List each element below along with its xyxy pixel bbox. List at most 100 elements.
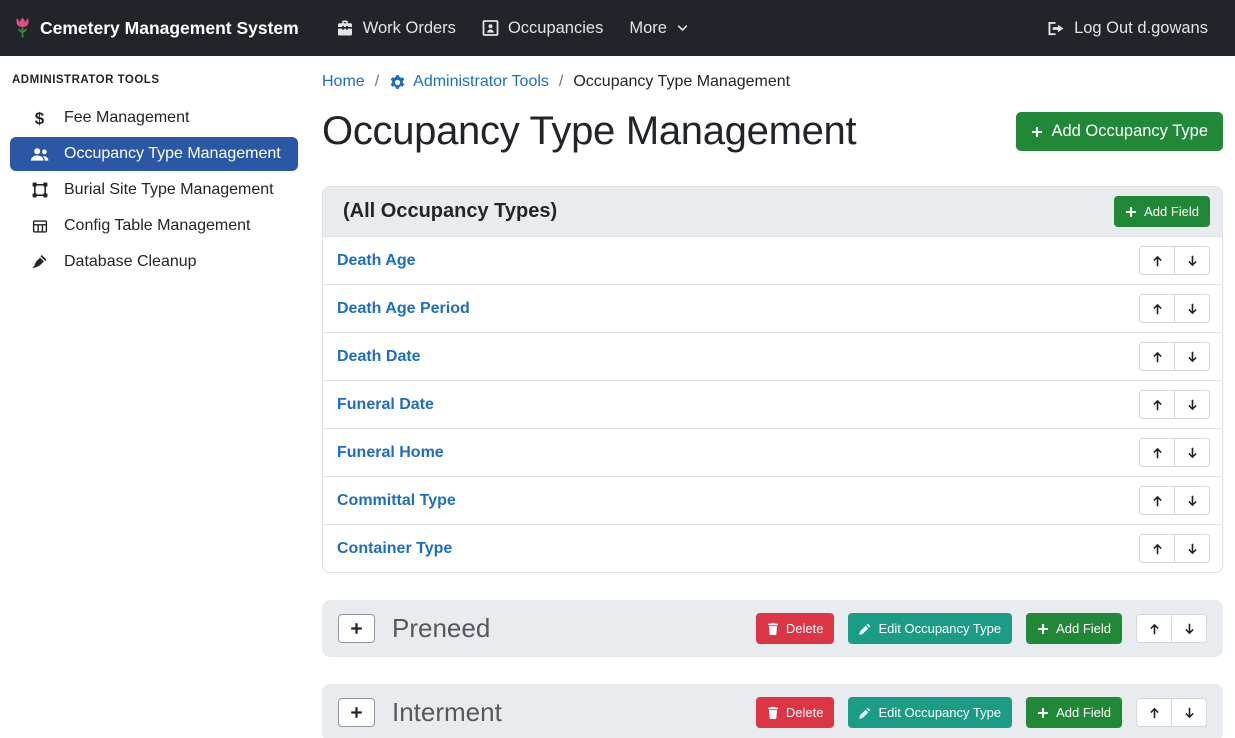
move-up-button[interactable] <box>1139 294 1175 323</box>
broom-icon <box>28 254 51 270</box>
move-down-button[interactable] <box>1174 438 1210 467</box>
arrow-up-icon <box>1151 542 1164 556</box>
expand-button[interactable] <box>338 614 375 643</box>
move-down-button[interactable] <box>1171 614 1207 643</box>
arrow-up-icon <box>1148 622 1161 636</box>
section-title: Preneed <box>392 613 490 644</box>
move-down-button[interactable] <box>1174 246 1210 275</box>
section-actions: Delete Edit Occupancy Type Add Field <box>756 697 1207 728</box>
edit-occupancy-type-button[interactable]: Edit Occupancy Type <box>848 697 1012 728</box>
reorder-buttons <box>1139 534 1210 563</box>
toolbox-icon <box>336 20 354 36</box>
add-field-button[interactable]: Add Field <box>1026 697 1122 728</box>
move-up-button[interactable] <box>1139 438 1175 467</box>
move-down-button[interactable] <box>1171 698 1207 727</box>
nav-work-orders[interactable]: Work Orders <box>323 11 469 46</box>
sidebar-item-label: Database Cleanup <box>64 253 197 271</box>
app-title: Cemetery Management System <box>40 18 299 39</box>
field-row: Container Type <box>323 524 1222 572</box>
nav-occupancies[interactable]: Occupancies <box>469 11 616 46</box>
add-field-button[interactable]: Add Field <box>1026 613 1122 644</box>
plus-icon <box>1037 623 1049 635</box>
move-up-button[interactable] <box>1139 534 1175 563</box>
trash-icon <box>767 622 779 635</box>
edit-occupancy-type-button[interactable]: Edit Occupancy Type <box>848 613 1012 644</box>
logout-link[interactable]: Log Out d.gowans <box>1034 11 1221 46</box>
add-field-button[interactable]: Add Field <box>1114 196 1210 227</box>
arrow-down-icon <box>1186 494 1199 508</box>
move-down-button[interactable] <box>1174 294 1210 323</box>
breadcrumb-home-link[interactable]: Home <box>322 73 365 91</box>
top-navbar: Cemetery Management System Work Orders O… <box>0 0 1235 56</box>
breadcrumb-admin-tools-link[interactable]: Administrator Tools <box>389 73 549 91</box>
sidebar-item[interactable]: Config Table Management <box>10 209 298 243</box>
move-down-button[interactable] <box>1174 390 1210 419</box>
field-link[interactable]: Death Age <box>337 252 416 270</box>
pencil-icon <box>859 623 871 635</box>
field-link[interactable]: Death Age Period <box>337 300 470 318</box>
move-up-button[interactable] <box>1139 390 1175 419</box>
delete-button[interactable]: Delete <box>756 697 835 728</box>
plus-icon <box>350 706 363 719</box>
field-row: Death Age Period <box>323 284 1222 332</box>
field-link[interactable]: Container Type <box>337 540 452 558</box>
reorder-buttons <box>1139 294 1210 323</box>
dollar-icon: $ <box>28 110 51 127</box>
sidebar-item[interactable]: $ Fee Management <box>10 101 298 135</box>
sidebar-item-label: Fee Management <box>64 109 189 127</box>
add-occupancy-type-button[interactable]: Add Occupancy Type <box>1016 112 1223 151</box>
sign-out-icon <box>1047 21 1065 36</box>
arrow-down-icon <box>1186 398 1199 412</box>
arrow-up-icon <box>1151 350 1164 364</box>
arrow-up-icon <box>1151 254 1164 268</box>
occupancy-type-section: Interment Delete Edit Occupancy Type Add… <box>322 684 1223 738</box>
field-link[interactable]: Committal Type <box>337 492 456 510</box>
move-up-button[interactable] <box>1139 246 1175 275</box>
arrow-down-icon <box>1186 350 1199 364</box>
field-row: Death Date <box>323 332 1222 380</box>
sidebar-item[interactable]: Database Cleanup <box>10 245 298 279</box>
nav-more[interactable]: More <box>616 11 702 46</box>
main-content: Home / Administrator Tools / Occupancy T… <box>308 56 1235 738</box>
sidebar-heading: ADMINISTRATOR TOOLS <box>0 66 308 99</box>
users-icon <box>28 147 51 162</box>
section-actions: Delete Edit Occupancy Type Add Field <box>756 613 1207 644</box>
reorder-buttons <box>1139 486 1210 515</box>
move-down-button[interactable] <box>1174 342 1210 371</box>
delete-button[interactable]: Delete <box>756 613 835 644</box>
section-title: Interment <box>392 697 502 728</box>
person-frame-icon <box>482 20 499 36</box>
sidebar-item[interactable]: Burial Site Type Management <box>10 173 298 207</box>
card-title: (All Occupancy Types) <box>343 200 557 223</box>
reorder-buttons <box>1139 246 1210 275</box>
sidebar-item-label: Config Table Management <box>64 217 251 235</box>
sidebar-item-label: Burial Site Type Management <box>64 181 274 199</box>
gear-icon <box>389 74 406 91</box>
field-link[interactable]: Death Date <box>337 348 421 366</box>
arrow-up-icon <box>1151 446 1164 460</box>
frame-icon <box>28 182 51 198</box>
move-down-button[interactable] <box>1174 534 1210 563</box>
arrow-up-icon <box>1148 706 1161 720</box>
field-row: Funeral Home <box>323 428 1222 476</box>
expand-button[interactable] <box>338 698 375 727</box>
field-link[interactable]: Funeral Home <box>337 444 444 462</box>
field-link[interactable]: Funeral Date <box>337 396 434 414</box>
move-up-button[interactable] <box>1139 486 1175 515</box>
table-icon <box>28 219 51 234</box>
move-up-button[interactable] <box>1136 614 1172 643</box>
move-down-button[interactable] <box>1174 486 1210 515</box>
sidebar: ADMINISTRATOR TOOLS $ Fee Management Occ… <box>0 56 308 738</box>
reorder-buttons <box>1136 698 1207 727</box>
breadcrumb-separator: / <box>375 73 379 91</box>
move-up-button[interactable] <box>1139 342 1175 371</box>
field-row: Death Age <box>323 236 1222 284</box>
flower-logo-icon <box>14 16 31 40</box>
app-brand[interactable]: Cemetery Management System <box>14 16 299 40</box>
reorder-buttons <box>1136 614 1207 643</box>
arrow-down-icon <box>1186 254 1199 268</box>
sidebar-item[interactable]: Occupancy Type Management <box>10 137 298 171</box>
plus-icon <box>350 622 363 635</box>
move-up-button[interactable] <box>1136 698 1172 727</box>
breadcrumb-separator: / <box>559 73 563 91</box>
